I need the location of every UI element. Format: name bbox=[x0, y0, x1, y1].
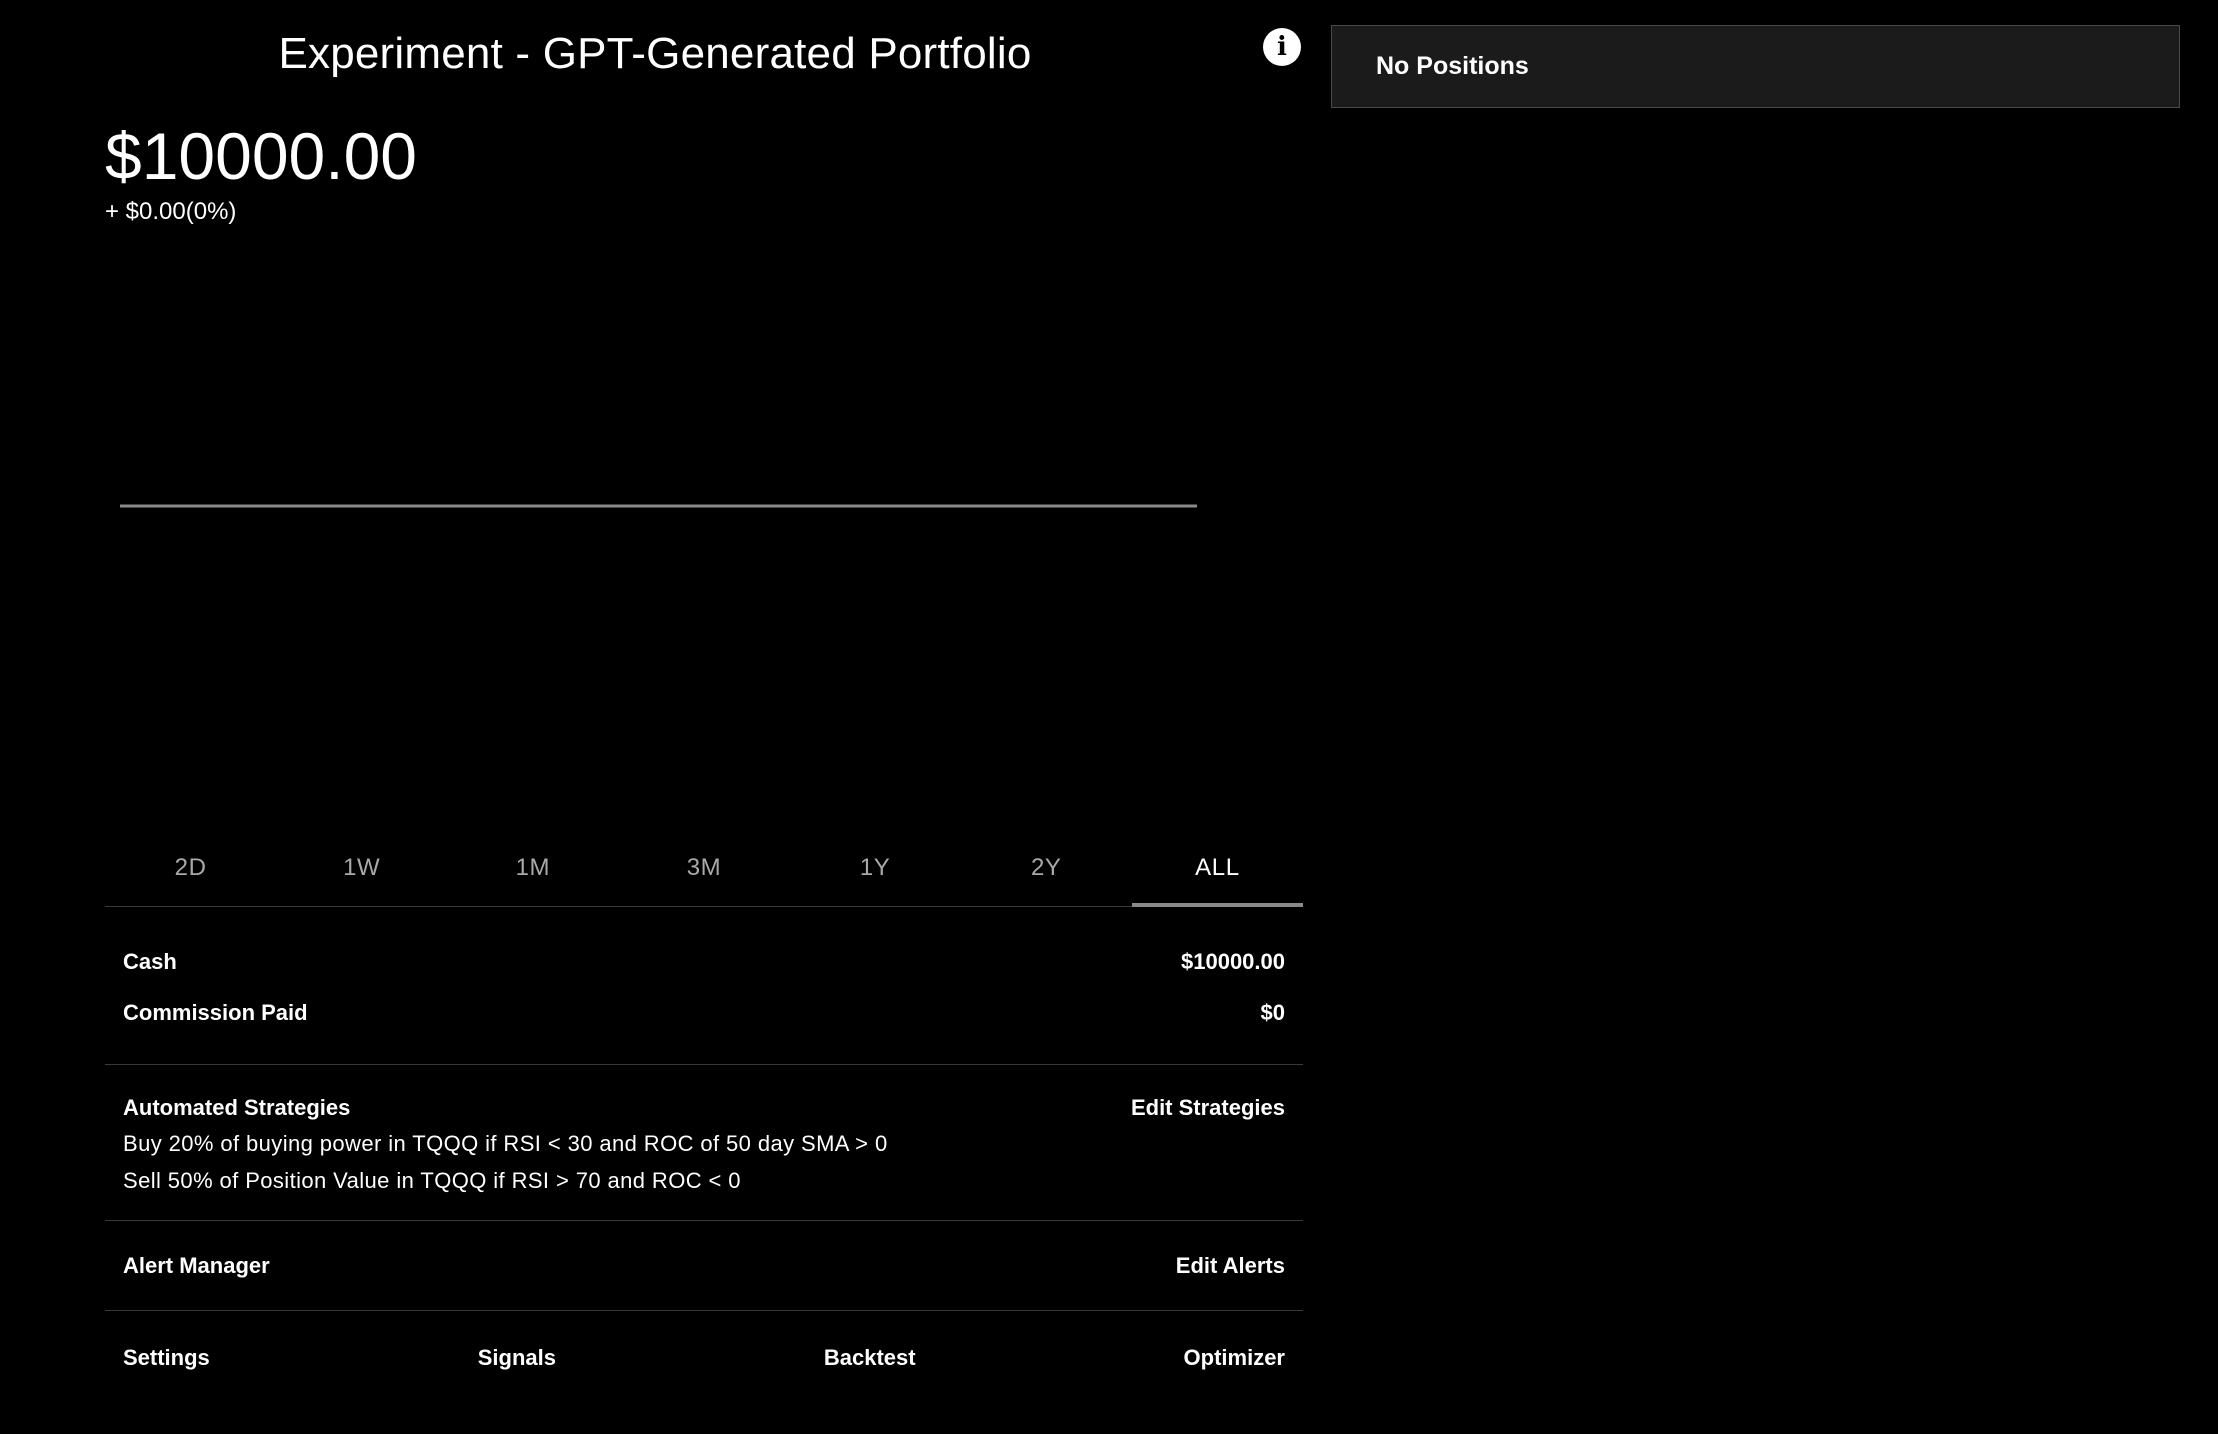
range-tab-2y[interactable]: 2Y bbox=[961, 830, 1132, 906]
edit-strategies-button[interactable]: Edit Strategies bbox=[1131, 1095, 1285, 1121]
strategies-header: Automated Strategies Edit Strategies bbox=[105, 1091, 1303, 1125]
alerts-row: Alert Manager Edit Alerts bbox=[105, 1221, 1303, 1311]
cash-value: $10000.00 bbox=[1181, 949, 1285, 974]
portfolio-column: Experiment - GPT-Generated Portfolio i $… bbox=[105, 0, 1304, 1434]
strategies-section: Automated Strategies Edit Strategies Buy… bbox=[105, 1065, 1303, 1221]
portfolio-chart-svg bbox=[120, 504, 1197, 508]
range-tab-1m[interactable]: 1M bbox=[447, 830, 618, 906]
commission-value: $0 bbox=[1260, 1000, 1285, 1025]
edit-alerts-button[interactable]: Edit Alerts bbox=[1176, 1253, 1285, 1279]
positions-panel: No Positions bbox=[1331, 25, 2180, 108]
info-icon[interactable]: i bbox=[1263, 28, 1301, 66]
range-tab-1y[interactable]: 1Y bbox=[790, 830, 961, 906]
range-tab-1w[interactable]: 1W bbox=[276, 830, 447, 906]
alert-manager-label: Alert Manager bbox=[123, 1253, 270, 1278]
strategies-label: Automated Strategies bbox=[123, 1095, 351, 1120]
account-section: Cash $10000.00 Commission Paid $0 bbox=[105, 907, 1303, 1065]
cash-label: Cash bbox=[123, 949, 177, 974]
strategy-item: Sell 50% of Position Value in TQQQ if RS… bbox=[123, 1168, 741, 1193]
strategy-item: Buy 20% of buying power in TQQQ if RSI <… bbox=[123, 1131, 888, 1156]
range-tab-2d[interactable]: 2D bbox=[105, 830, 276, 906]
cash-row: Cash $10000.00 bbox=[105, 945, 1303, 979]
range-tab-3m[interactable]: 3M bbox=[618, 830, 789, 906]
page-title: Experiment - GPT-Generated Portfolio bbox=[278, 29, 1032, 78]
no-positions-label: No Positions bbox=[1376, 52, 1529, 80]
alerts-section: Alert Manager Edit Alerts bbox=[105, 1221, 1303, 1311]
bottom-nav: Settings Signals Backtest Optimizer bbox=[105, 1312, 1303, 1404]
range-tabs: 2D 1W 1M 3M 1Y 2Y ALL bbox=[105, 830, 1304, 907]
app-root: Experiment - GPT-Generated Portfolio i $… bbox=[0, 0, 2218, 1434]
signals-link[interactable]: Signals bbox=[478, 1345, 556, 1371]
portfolio-balance: $10000.00 bbox=[105, 119, 417, 193]
commission-label: Commission Paid bbox=[123, 1000, 308, 1025]
backtest-link[interactable]: Backtest bbox=[824, 1345, 916, 1371]
range-tab-all[interactable]: ALL bbox=[1131, 830, 1304, 907]
optimizer-link[interactable]: Optimizer bbox=[1184, 1345, 1285, 1371]
commission-row: Commission Paid $0 bbox=[105, 996, 1303, 1030]
portfolio-change: + $0.00(0%) bbox=[105, 198, 237, 225]
portfolio-chart bbox=[105, 250, 1303, 810]
settings-link[interactable]: Settings bbox=[123, 1345, 210, 1371]
